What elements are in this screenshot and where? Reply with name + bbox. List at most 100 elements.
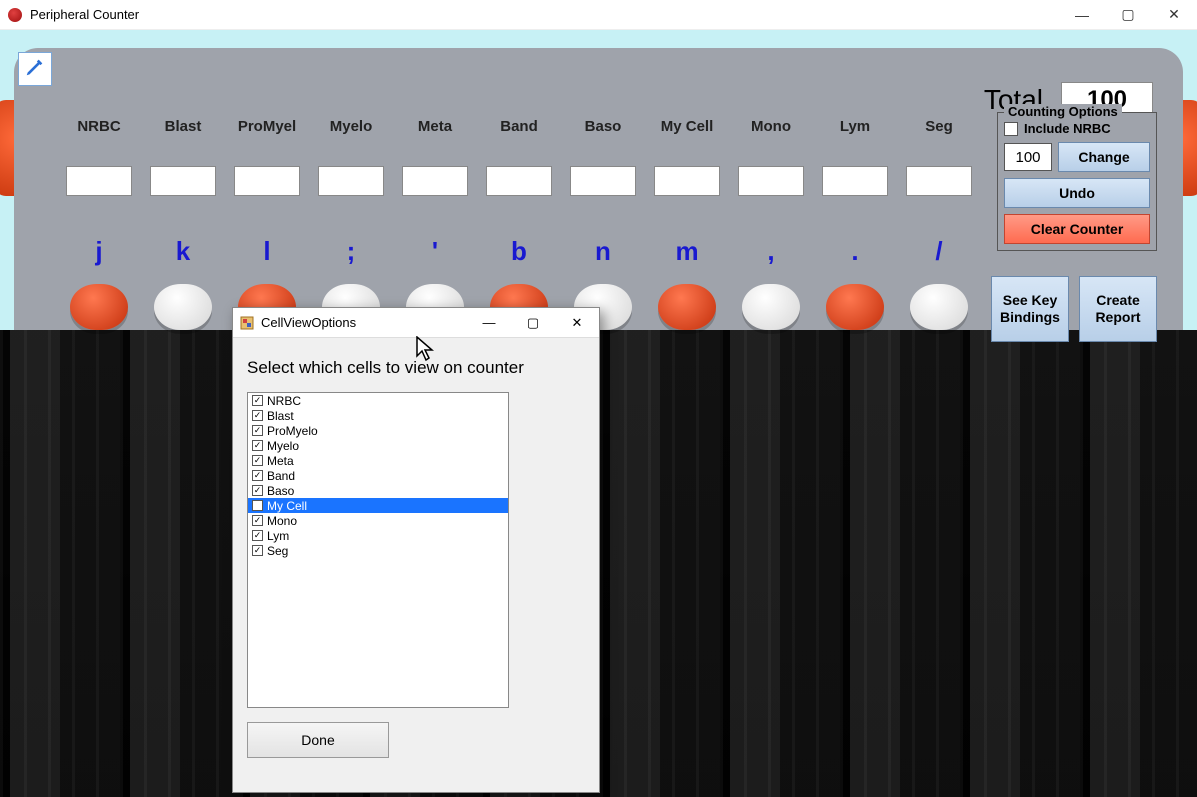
list-item[interactable]: ✓ NRBC: [248, 393, 508, 408]
list-item[interactable]: My Cell: [248, 498, 508, 513]
cell-key-label: k: [176, 236, 190, 266]
list-item-checkbox[interactable]: ✓: [252, 395, 263, 406]
cell-column: Seg /: [904, 118, 974, 330]
cell-key-label: ;: [347, 236, 356, 266]
cell-count-field[interactable]: [150, 166, 216, 196]
maximize-button[interactable]: ▢: [1105, 0, 1151, 30]
window-title: Peripheral Counter: [30, 7, 139, 22]
cell-count-field[interactable]: [570, 166, 636, 196]
list-item-checkbox[interactable]: ✓: [252, 485, 263, 496]
list-item[interactable]: ✓ Mono: [248, 513, 508, 528]
dialog-close-button[interactable]: ✕: [555, 308, 599, 338]
list-item[interactable]: ✓ Baso: [248, 483, 508, 498]
list-item-label: Band: [267, 469, 295, 483]
clear-counter-button[interactable]: Clear Counter: [1004, 214, 1150, 244]
cell-key-label: n: [595, 236, 611, 266]
cell-counter-button[interactable]: [826, 284, 884, 330]
dialog-title: CellViewOptions: [261, 315, 356, 330]
cell-counter-button[interactable]: [658, 284, 716, 330]
cell-column: Mono,: [736, 118, 806, 330]
cell-count-field[interactable]: [318, 166, 384, 196]
desktop-area: Total 100 NRBCjBlastkProMyellMyelo;Meta'…: [0, 30, 1197, 797]
include-nrbc-checkbox[interactable]: [1004, 122, 1018, 136]
dialog-titlebar[interactable]: CellViewOptions — ▢ ✕: [233, 308, 599, 338]
cell-label: Lym: [840, 118, 870, 142]
list-item-checkbox[interactable]: ✓: [252, 425, 263, 436]
counter-panel: Total 100 NRBCjBlastkProMyellMyelo;Meta'…: [0, 30, 1197, 330]
see-key-bindings-button[interactable]: See Key Bindings: [991, 276, 1069, 342]
cell-column: Bandb: [484, 118, 554, 330]
create-report-button[interactable]: Create Report: [1079, 276, 1157, 342]
list-item[interactable]: ✓ Myelo: [248, 438, 508, 453]
cell-count-field[interactable]: [402, 166, 468, 196]
count-target-input[interactable]: 100: [1004, 143, 1052, 171]
app-icon: [8, 8, 22, 22]
edit-button[interactable]: [18, 52, 52, 86]
cells-row: NRBCjBlastkProMyellMyelo;Meta'BandbBason…: [64, 118, 974, 330]
cell-count-field[interactable]: [486, 166, 552, 196]
list-item[interactable]: ✓Blast: [248, 408, 508, 423]
list-item-label: ProMyelo: [267, 424, 318, 438]
cell-counter-button[interactable]: [70, 284, 128, 330]
list-item[interactable]: ✓Lym: [248, 528, 508, 543]
cell-count-field[interactable]: [654, 166, 720, 196]
cell-count-field[interactable]: [738, 166, 804, 196]
cell-count-field[interactable]: [822, 166, 888, 196]
cell-key-label: ,: [767, 236, 774, 266]
list-item-label: NRBC: [267, 394, 301, 408]
counter-body: Total 100 NRBCjBlastkProMyellMyelo;Meta'…: [14, 48, 1183, 330]
minimize-button[interactable]: —: [1059, 0, 1105, 30]
list-item-checkbox[interactable]: [252, 500, 263, 511]
cell-label: Myelo: [330, 118, 373, 142]
list-item[interactable]: ✓ Meta: [248, 453, 508, 468]
cell-label: Mono: [751, 118, 791, 142]
main-titlebar: Peripheral Counter — ▢ ✕: [0, 0, 1197, 30]
cell-counter-button[interactable]: [154, 284, 212, 330]
list-item[interactable]: ✓ Seg: [248, 543, 508, 558]
dialog-maximize-button[interactable]: ▢: [511, 308, 555, 338]
cell-counter-button[interactable]: [910, 284, 968, 330]
cell-count-field[interactable]: [906, 166, 972, 196]
list-item[interactable]: ✓ ProMyelo: [248, 423, 508, 438]
close-button[interactable]: ✕: [1151, 0, 1197, 30]
list-item-checkbox[interactable]: ✓: [252, 515, 263, 526]
change-button[interactable]: Change: [1058, 142, 1150, 172]
cell-column: My Cellm: [652, 118, 722, 330]
list-item-label: Meta: [267, 454, 294, 468]
cell-column: Blast k: [148, 118, 218, 330]
list-item[interactable]: ✓ Band: [248, 468, 508, 483]
cell-column: Baso n: [568, 118, 638, 330]
cell-counter-button[interactable]: [742, 284, 800, 330]
cell-list[interactable]: ✓NRBC✓Blast✓ProMyelo✓Myelo✓Meta✓Band✓Bas…: [247, 392, 509, 708]
cell-key-label: m: [675, 236, 698, 266]
undo-button[interactable]: Undo: [1004, 178, 1150, 208]
list-item-label: Myelo: [267, 439, 299, 453]
cell-label: Blast: [165, 118, 202, 142]
done-button[interactable]: Done: [247, 722, 389, 758]
dialog-icon: [239, 315, 255, 331]
dialog-minimize-button[interactable]: —: [467, 308, 511, 338]
list-item-checkbox[interactable]: ✓: [252, 440, 263, 451]
cell-column: NRBCj: [64, 118, 134, 330]
cell-key-label: j: [95, 236, 102, 266]
counting-options-group: Counting Options Include NRBC 100 Change…: [997, 112, 1157, 251]
list-item-checkbox[interactable]: ✓: [252, 530, 263, 541]
list-item-checkbox[interactable]: ✓: [252, 455, 263, 466]
list-item-checkbox[interactable]: ✓: [252, 545, 263, 556]
list-item-checkbox[interactable]: ✓: [252, 470, 263, 481]
cell-count-field[interactable]: [66, 166, 132, 196]
counting-options-legend: Counting Options: [1004, 104, 1122, 119]
list-item-label: Mono: [267, 514, 297, 528]
list-item-label: Baso: [267, 484, 294, 498]
list-item-checkbox[interactable]: ✓: [252, 410, 263, 421]
cell-label: Baso: [585, 118, 622, 142]
list-item-label: My Cell: [267, 499, 307, 513]
cell-column: Lym.: [820, 118, 890, 330]
cell-key-label: l: [263, 236, 270, 266]
cell-label: Seg: [925, 118, 953, 142]
cell-column: ProMyel l: [232, 118, 302, 330]
list-item-label: Seg: [267, 544, 288, 558]
cell-key-label: /: [935, 236, 942, 266]
cell-count-field[interactable]: [234, 166, 300, 196]
cell-label: ProMyel: [238, 118, 296, 142]
